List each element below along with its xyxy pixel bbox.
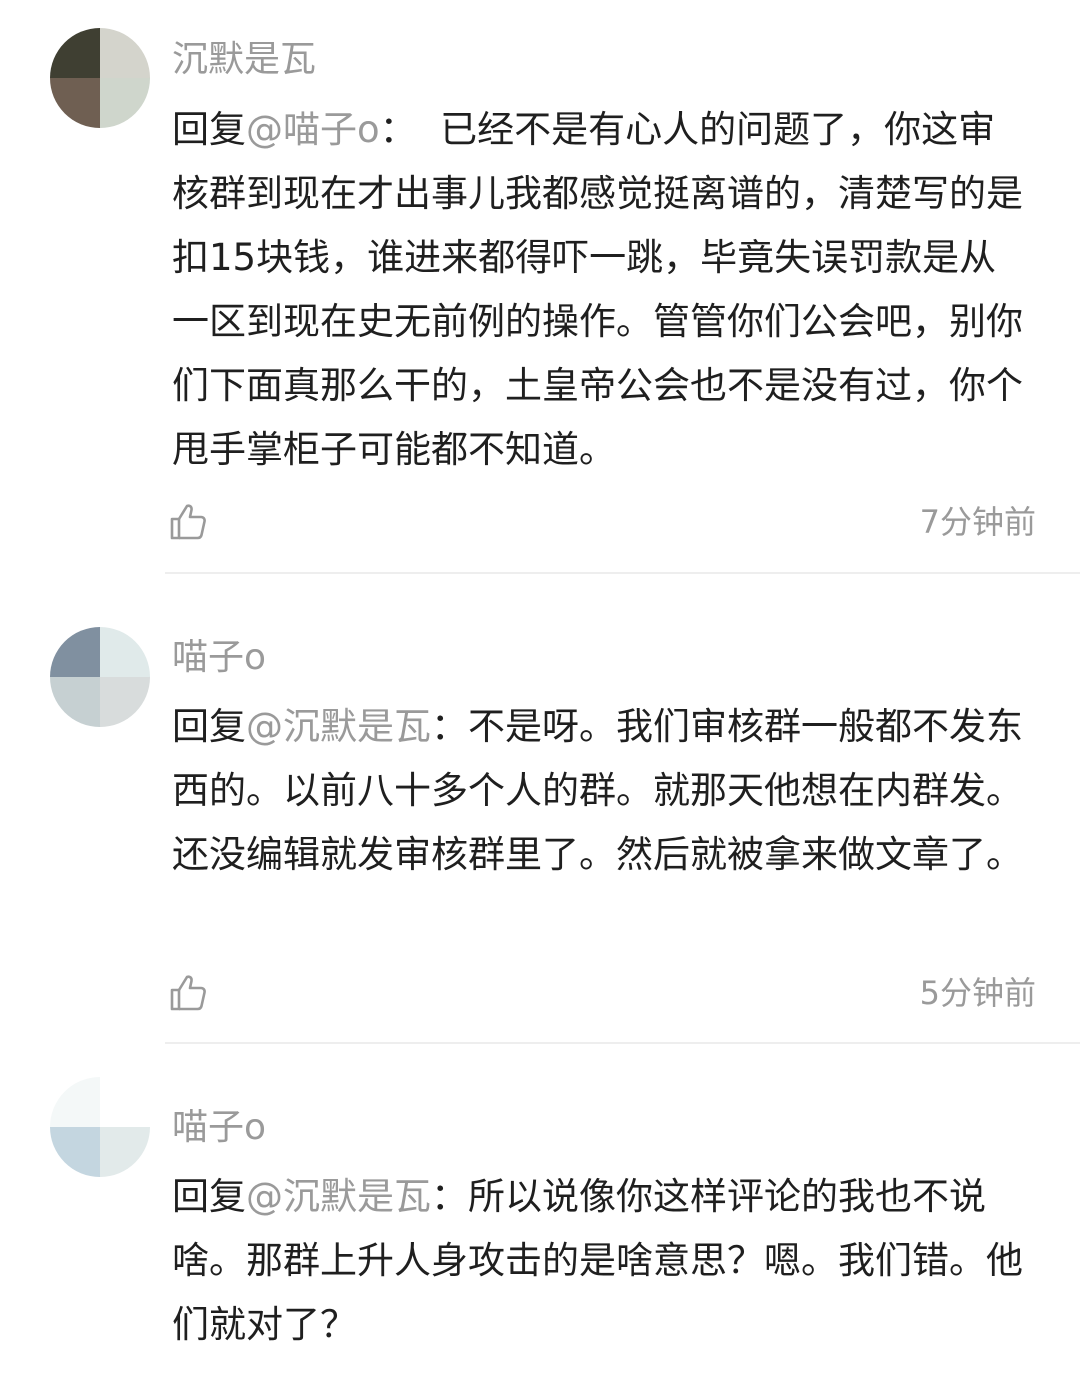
reply-separator: ：	[431, 1175, 468, 1218]
comment-content: 已经不是有心人的问题了，你这审核群到现在才出事儿我都感觉挺离谱的，清楚写的是扣1…	[172, 108, 1023, 471]
reply-prefix: 回复	[172, 108, 246, 151]
comment-text: 回复@沉默是瓦：不是呀。我们审核群一般都不发东西的。以前八十多个人的群。就那天他…	[172, 695, 1032, 887]
comment-text: 回复@沉默是瓦：所以说像你这样评论的我也不说啥。那群上升人身攻击的是啥意思？嗯。…	[172, 1165, 1032, 1357]
divider	[165, 572, 1080, 574]
comment-username[interactable]: 喵子o	[172, 1106, 266, 1150]
comment-username[interactable]: 喵子o	[172, 636, 266, 680]
comment-text: 回复@喵子o： 已经不是有心人的问题了，你这审核群到现在才出事儿我都感觉挺离谱的…	[172, 98, 1032, 482]
comment-username[interactable]: 沉默是瓦	[172, 38, 316, 82]
thumbs-up-icon[interactable]	[168, 973, 208, 1013]
reply-target-mention[interactable]: @喵子o	[246, 108, 380, 151]
comment-item: 喵子o 回复@沉默是瓦：不是呀。我们审核群一般都不发东西的。以前八十多个人的群。…	[0, 575, 1080, 1045]
comment-timestamp: 5分钟前	[919, 974, 1036, 1012]
avatar[interactable]	[50, 1077, 150, 1177]
reply-target-mention[interactable]: @沉默是瓦	[246, 1175, 431, 1218]
thumbs-up-icon[interactable]	[168, 502, 208, 542]
reply-separator: ：	[431, 705, 468, 748]
comment-item: 沉默是瓦 回复@喵子o： 已经不是有心人的问题了，你这审核群到现在才出事儿我都感…	[0, 0, 1080, 575]
reply-separator: ：	[379, 108, 417, 151]
reply-target-mention[interactable]: @沉默是瓦	[246, 705, 431, 748]
comment-item: 喵子o 回复@沉默是瓦：所以说像你这样评论的我也不说啥。那群上升人身攻击的是啥意…	[0, 1045, 1080, 1377]
avatar[interactable]	[50, 28, 150, 128]
avatar[interactable]	[50, 627, 150, 727]
reply-prefix: 回复	[172, 1175, 246, 1218]
comment-timestamp: 7分钟前	[919, 503, 1036, 541]
divider	[165, 1042, 1080, 1044]
reply-prefix: 回复	[172, 705, 246, 748]
